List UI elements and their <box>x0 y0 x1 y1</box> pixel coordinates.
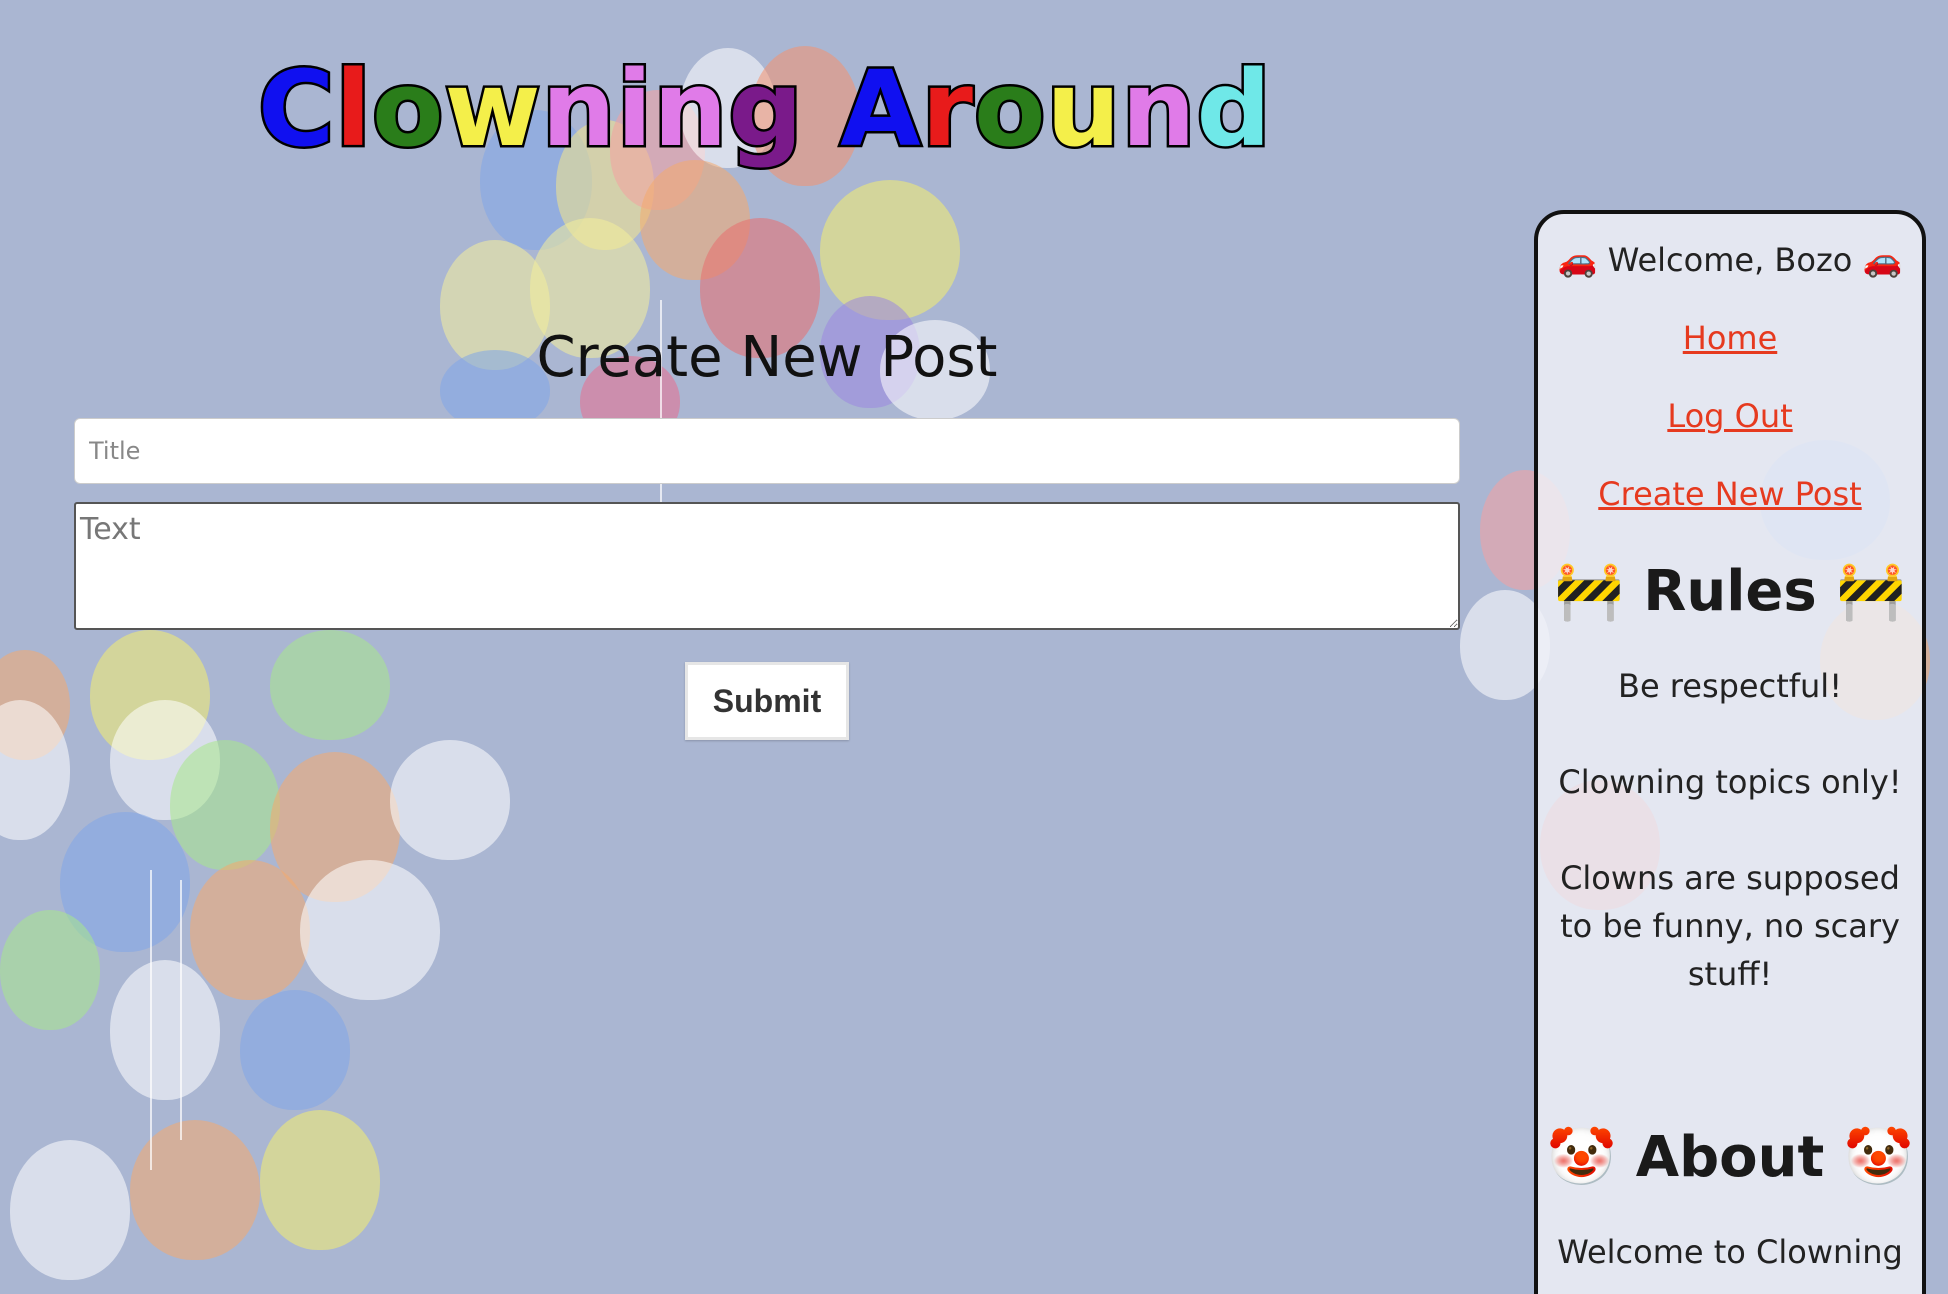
site-title: Clowning Around <box>0 48 1530 170</box>
page-heading: Create New Post <box>536 325 998 390</box>
submit-wrap: Submit <box>74 662 1460 740</box>
create-post-link[interactable]: Create New Post <box>1538 466 1922 522</box>
about-text: Welcome to Clowning <box>1557 1233 1903 1271</box>
submit-button[interactable]: Submit <box>685 662 849 740</box>
site-title-letter: n <box>539 48 618 170</box>
site-title-letter: w <box>442 48 543 170</box>
site-title-letter: n <box>1119 48 1198 170</box>
site-title-letter: g <box>726 48 805 170</box>
site-title-letter <box>804 52 840 166</box>
site-title-letter: o <box>370 48 446 170</box>
site-title-letter: A <box>838 48 923 170</box>
site-title-letter: r <box>919 48 975 170</box>
logout-link[interactable]: Log Out <box>1538 388 1922 444</box>
text-input[interactable] <box>74 502 1460 630</box>
rule-item: Clowning topics only! <box>1558 763 1902 801</box>
site-title-letter: d <box>1194 48 1273 170</box>
rule-item: Be respectful! <box>1617 667 1843 705</box>
about-heading: 🤡 About 🤡 <box>1546 1125 1914 1190</box>
sidebar: 🚗 Welcome, Bozo 🚗 Home Log Out Create Ne… <box>1534 210 1926 1294</box>
rules-heading: 🚧 Rules 🚧 <box>1554 559 1906 624</box>
welcome-message: 🚗 Welcome, Bozo 🚗 <box>1557 241 1903 279</box>
site-title-letter: i <box>614 48 655 170</box>
new-post-form: Create New Post Submit <box>74 318 1460 740</box>
home-link[interactable]: Home <box>1538 310 1922 366</box>
site-title-letter: n <box>651 48 730 170</box>
site-title-letter: o <box>971 48 1047 170</box>
rule-item: Clowns are supposed to be funny, no scar… <box>1560 859 1900 993</box>
title-input[interactable] <box>74 418 1460 484</box>
site-title-letter: u <box>1044 48 1123 170</box>
site-title-letter: l <box>333 48 374 170</box>
site-title-letter: C <box>256 48 337 170</box>
